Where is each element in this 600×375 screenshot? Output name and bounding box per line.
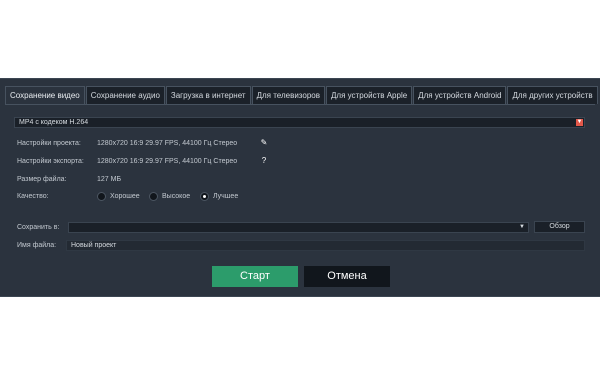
tab-tv[interactable]: Для телевизоров: [251, 86, 325, 104]
tab-save-audio[interactable]: Сохранение аудио: [85, 86, 165, 104]
quality-radio-good[interactable]: [97, 192, 106, 201]
tab-upload-online[interactable]: Загрузка в интернет: [165, 86, 251, 104]
quality-radio-best[interactable]: [200, 192, 209, 201]
file-name-input[interactable]: Новый проект: [66, 240, 585, 251]
help-icon[interactable]: ?: [259, 156, 269, 166]
quality-option-best: Лучшее: [213, 193, 239, 200]
export-settings-value: 1280x720 16:9 29.97 FPS, 44100 Гц Стерео: [97, 158, 238, 165]
quality-option-good: Хорошее: [110, 193, 140, 200]
browse-button[interactable]: Обзор: [534, 221, 585, 233]
tab-apple[interactable]: Для устройств Apple: [325, 86, 413, 104]
chevron-down-icon[interactable]: ▼: [519, 223, 525, 232]
tab-bar: Сохранение видео Сохранение аудио Загруз…: [5, 86, 599, 104]
save-to-dropdown[interactable]: ▼: [68, 222, 529, 233]
file-size-value: 127 МБ: [97, 176, 122, 183]
project-settings-value: 1280x720 16:9 29.97 FPS, 44100 Гц Стерео: [97, 140, 238, 147]
pencil-icon[interactable]: ✎: [259, 138, 269, 148]
quality-label: Качество:: [17, 193, 49, 200]
tab-save-video[interactable]: Сохранение видео: [5, 86, 85, 104]
quality-radio-high[interactable]: [149, 192, 158, 201]
tab-other-devices[interactable]: Для других устройств: [507, 86, 598, 104]
tab-android[interactable]: Для устройств Android: [413, 86, 507, 104]
format-dropdown[interactable]: MP4 с кодеком H.264 ▼: [14, 117, 585, 128]
file-size-label: Размер файла:: [17, 176, 67, 183]
quality-option-high: Высокое: [162, 193, 191, 200]
save-to-label: Сохранить в:: [17, 224, 60, 231]
format-selected-value: MP4 с кодеком H.264: [19, 119, 89, 126]
start-button[interactable]: Старт: [212, 266, 298, 287]
export-dialog: Сохранение видео Сохранение аудио Загруз…: [0, 78, 600, 297]
file-name-label: Имя файла:: [17, 242, 57, 249]
export-settings-label: Настройки экспорта:: [17, 158, 84, 165]
project-settings-label: Настройки проекта:: [17, 140, 81, 147]
chevron-down-icon[interactable]: ▼: [576, 119, 583, 126]
cancel-button[interactable]: Отмена: [304, 266, 390, 287]
tab-divider: [5, 104, 595, 105]
